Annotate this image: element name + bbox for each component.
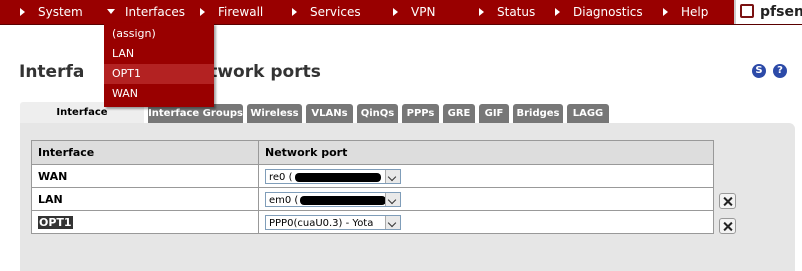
nav-services[interactable]: Services bbox=[292, 0, 361, 24]
table-row: LAN em0 ( bbox=[31, 187, 714, 211]
nav-vpn[interactable]: VPN bbox=[393, 0, 435, 24]
interface-assignments-table: Interface Network port WAN re0 ( LAN em0… bbox=[31, 140, 714, 234]
pfsense-logo-icon bbox=[740, 4, 754, 18]
nav-help[interactable]: Help bbox=[663, 0, 708, 24]
arrow-right-icon bbox=[555, 7, 560, 16]
chevron-down-icon[interactable] bbox=[385, 169, 400, 183]
menu-item-opt1[interactable]: OPT1 bbox=[104, 64, 214, 84]
tab-gre[interactable]: GRE bbox=[443, 104, 475, 123]
chevron-down-icon[interactable] bbox=[385, 192, 400, 206]
arrow-right-icon bbox=[292, 7, 297, 16]
tab-bridges[interactable]: Bridges bbox=[513, 104, 563, 123]
nav-system[interactable]: System bbox=[20, 0, 83, 24]
help-question-icon[interactable]: ? bbox=[773, 64, 787, 78]
arrow-right-icon bbox=[20, 7, 25, 16]
delete-lan-button[interactable] bbox=[719, 193, 736, 209]
arrow-down-icon bbox=[107, 9, 115, 14]
interface-name[interactable]: WAN bbox=[31, 164, 259, 188]
tab-lagg[interactable]: LAGG bbox=[567, 104, 609, 123]
nav-status[interactable]: Status bbox=[479, 0, 535, 24]
menu-item-wan[interactable]: WAN bbox=[104, 84, 214, 104]
column-header-interface: Interface bbox=[31, 140, 259, 165]
redacted-mask bbox=[300, 195, 387, 205]
tab-ppps[interactable]: PPPs bbox=[402, 104, 439, 123]
interface-name[interactable]: LAN bbox=[31, 187, 259, 211]
menu-item-assign[interactable]: (assign) bbox=[104, 24, 214, 44]
tab-wireless[interactable]: Wireless bbox=[247, 104, 302, 123]
nav-diagnostics[interactable]: Diagnostics bbox=[555, 0, 643, 24]
arrow-right-icon bbox=[200, 7, 205, 16]
logo-text: pfsense bbox=[760, 4, 802, 20]
network-port-select[interactable]: PPP0(cuaU0.3) - Yota bbox=[265, 214, 401, 230]
arrow-right-icon bbox=[663, 7, 668, 16]
tab-gif[interactable]: GIF bbox=[479, 104, 509, 123]
table-row: WAN re0 ( bbox=[31, 164, 714, 188]
network-port-select[interactable]: re0 ( bbox=[265, 168, 401, 184]
table-row: OPT1 PPP0(cuaU0.3) - Yota bbox=[31, 210, 714, 234]
tab-qinqs[interactable]: QinQs bbox=[357, 104, 398, 123]
column-header-network-port: Network port bbox=[258, 140, 714, 165]
nav-firewall[interactable]: Firewall bbox=[200, 0, 263, 24]
delete-opt1-button[interactable] bbox=[719, 218, 736, 234]
chevron-down-icon[interactable] bbox=[385, 215, 400, 229]
arrow-right-icon bbox=[479, 7, 484, 16]
interface-name[interactable]: OPT1 bbox=[38, 215, 73, 229]
interfaces-dropdown-menu: (assign) LAN OPT1 WAN bbox=[104, 23, 214, 107]
menu-item-lan[interactable]: LAN bbox=[104, 44, 214, 64]
tab-vlans[interactable]: VLANs bbox=[306, 104, 353, 123]
top-nav-bar: System Interfaces Firewall Services VPN … bbox=[0, 0, 802, 25]
network-port-select[interactable]: em0 ( bbox=[265, 191, 401, 207]
nav-interfaces[interactable]: Interfaces bbox=[107, 0, 185, 24]
status-s-icon[interactable]: S bbox=[752, 64, 766, 78]
redacted-mask bbox=[294, 172, 381, 182]
arrow-right-icon bbox=[393, 7, 398, 16]
pfsense-logo[interactable]: pfsense bbox=[734, 0, 802, 24]
